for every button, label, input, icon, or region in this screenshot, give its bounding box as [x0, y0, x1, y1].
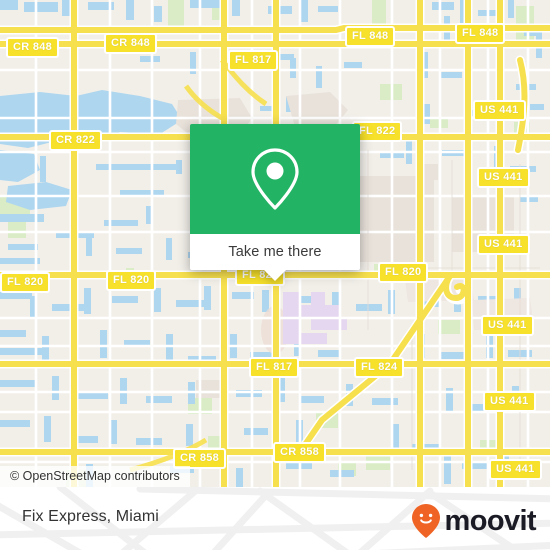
moovit-smiley-pin-icon [411, 504, 440, 538]
road-shield-label: US 441 [477, 167, 530, 188]
take-me-there-label: Take me there [228, 244, 322, 260]
road-shield-label: CR 848 [104, 33, 158, 54]
road-shield-label: US 441 [489, 459, 542, 480]
road-shield-label: FL 817 [249, 357, 300, 378]
location-callout-card[interactable]: Take me there [190, 124, 360, 281]
place-title: Fix Express, Miami [22, 508, 159, 525]
road-shield-label: FL 817 [228, 50, 279, 71]
road-shield-label: FL 824 [354, 357, 405, 378]
footer-bar: Fix Express, Miami moovit [0, 487, 550, 550]
map-screenshot: CR 848 CR 848 FL 817 FL 848 FL 848 US 441 CR 8… [0, 0, 550, 550]
road-shield-label: CR 822 [49, 130, 103, 151]
location-pin-icon [251, 148, 299, 210]
road-shield-label: CR 848 [6, 37, 60, 58]
road-shield-label: FL 820 [378, 262, 429, 283]
road-shield-label: CR 858 [273, 442, 327, 463]
road-shield-label: US 441 [483, 391, 536, 412]
osm-attribution: © OpenStreetMap contributors [0, 466, 190, 487]
road-shield-label: FL 848 [345, 26, 396, 47]
moovit-wordmark: moovit [444, 504, 537, 537]
callout-pointer-tail [264, 270, 286, 281]
road-shield-label: FL 820 [106, 270, 157, 291]
callout-icon-area [190, 124, 360, 234]
road-shield-label: US 441 [477, 234, 530, 255]
road-shield-label: FL 848 [455, 23, 506, 44]
moovit-logo[interactable]: moovit [411, 503, 537, 539]
callout-action-area[interactable]: Take me there [190, 234, 360, 281]
road-shield-label: US 441 [481, 315, 534, 336]
road-shield-label: FL 820 [0, 272, 51, 293]
road-shield-label: US 441 [473, 100, 526, 121]
